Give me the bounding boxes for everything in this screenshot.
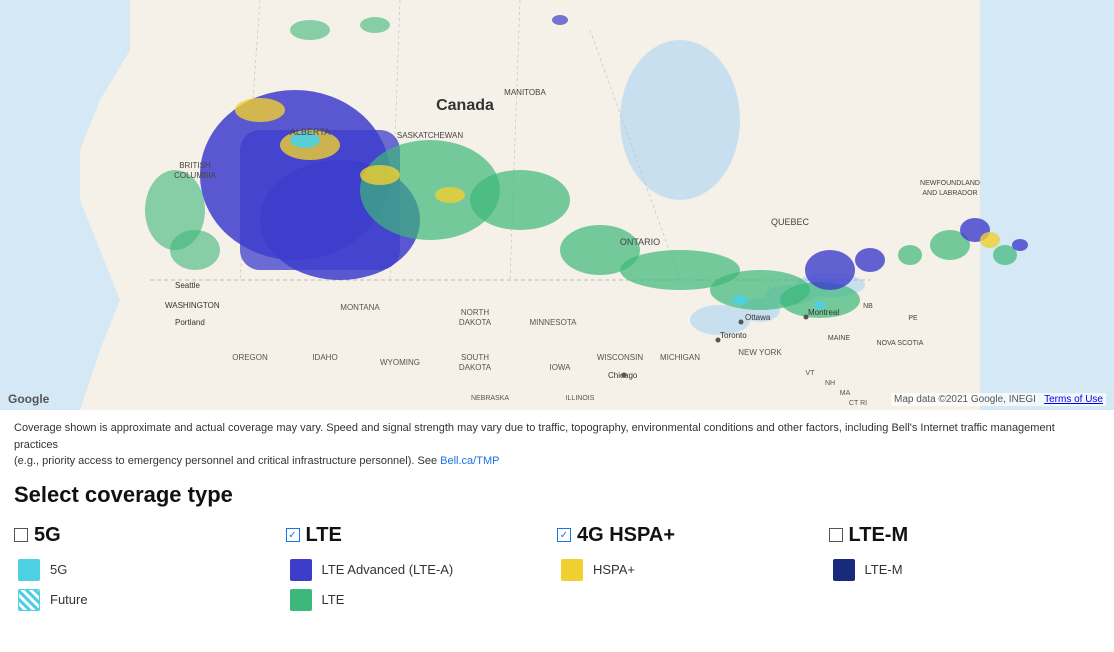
legend-items-4g-hspa: HSPA+ bbox=[557, 559, 829, 581]
checkbox-lte[interactable]: ✓ bbox=[286, 528, 300, 542]
legend-label-5g-future: Future bbox=[50, 592, 88, 607]
legend-swatch-lte-coverage bbox=[290, 589, 312, 611]
svg-text:OREGON: OREGON bbox=[232, 353, 268, 362]
legend-swatch-5g-coverage bbox=[18, 559, 40, 581]
coverage-header-lte: ✓ LTE bbox=[286, 524, 558, 547]
svg-text:WASHINGTON: WASHINGTON bbox=[165, 301, 220, 310]
canada-label: Canada bbox=[436, 97, 494, 114]
svg-text:NH: NH bbox=[825, 380, 835, 387]
svg-text:SASKATCHEWAN: SASKATCHEWAN bbox=[397, 131, 463, 140]
svg-text:ALBERTA: ALBERTA bbox=[290, 127, 330, 137]
coverage-header-4g-hspa: ✓ 4G HSPA+ bbox=[557, 524, 829, 547]
checkbox-4g-hspa[interactable]: ✓ bbox=[557, 528, 571, 542]
map-container: Canada ALBERTA BRITISH COLUMBIA SASKATCH… bbox=[0, 0, 1114, 410]
coverage-type-name-5g: 5G bbox=[34, 524, 61, 547]
svg-text:Montreal: Montreal bbox=[808, 308, 839, 317]
svg-text:MONTANA: MONTANA bbox=[340, 303, 380, 312]
legend-item-5g-future: Future bbox=[18, 589, 286, 611]
legend-label-lte-advanced: LTE Advanced (LTE-A) bbox=[322, 562, 454, 577]
svg-text:SOUTH: SOUTH bbox=[461, 353, 489, 362]
legend-swatch-hspa-coverage bbox=[561, 559, 583, 581]
svg-text:ILLINOIS: ILLINOIS bbox=[566, 395, 595, 402]
svg-text:PE: PE bbox=[908, 315, 918, 322]
svg-text:WYOMING: WYOMING bbox=[380, 358, 420, 367]
coverage-header-lte-m: LTE-M bbox=[829, 524, 1101, 547]
svg-text:MICHIGAN: MICHIGAN bbox=[660, 353, 700, 362]
coverage-type-name-4g-hspa: 4G HSPA+ bbox=[577, 524, 675, 547]
svg-text:Ottawa: Ottawa bbox=[745, 313, 771, 322]
coverage-column-lte-m: LTE-M LTE-M bbox=[829, 524, 1101, 581]
terms-of-use-link[interactable]: Terms of Use bbox=[1044, 394, 1103, 405]
coverage-header-5g: 5G bbox=[14, 524, 286, 547]
legend-label-hspa-coverage: HSPA+ bbox=[593, 562, 635, 577]
svg-text:MINNESOTA: MINNESOTA bbox=[530, 318, 578, 327]
map-attribution: Map data ©2021 Google, INEGI Terms of Us… bbox=[891, 393, 1106, 406]
svg-text:WISCONSIN: WISCONSIN bbox=[597, 353, 643, 362]
svg-text:BRITISH: BRITISH bbox=[179, 161, 211, 170]
svg-text:IDAHO: IDAHO bbox=[312, 353, 337, 362]
legend-item-lte-m-coverage: LTE-M bbox=[833, 559, 1101, 581]
svg-text:DAKOTA: DAKOTA bbox=[459, 318, 492, 327]
legend-item-5g-coverage: 5G bbox=[18, 559, 286, 581]
svg-text:MANITOBA: MANITOBA bbox=[504, 88, 546, 97]
legend-label-5g-coverage: 5G bbox=[50, 562, 67, 577]
legend-items-5g: 5G Future bbox=[14, 559, 286, 611]
bell-tmp-link[interactable]: Bell.ca/TMP bbox=[440, 455, 499, 467]
coverage-column-4g-hspa: ✓ 4G HSPA+ HSPA+ bbox=[557, 524, 829, 581]
coverage-types-container: 5G 5G Future ✓ LTE LTE Advanced (LTE-A) LTE ✓ 4G… bbox=[14, 524, 1100, 611]
svg-text:NEW YORK: NEW YORK bbox=[738, 348, 782, 357]
svg-text:NEWFOUNDLAND: NEWFOUNDLAND bbox=[920, 180, 980, 187]
svg-text:Seattle: Seattle bbox=[175, 281, 200, 290]
legend-swatch-lte-m-coverage bbox=[833, 559, 855, 581]
coverage-type-name-lte: LTE bbox=[306, 524, 342, 547]
coverage-column-lte: ✓ LTE LTE Advanced (LTE-A) LTE bbox=[286, 524, 558, 611]
svg-text:MA: MA bbox=[840, 390, 851, 397]
disclaimer-text: Coverage shown is approximate and actual… bbox=[14, 420, 1094, 470]
legend-swatch-5g-future bbox=[18, 589, 40, 611]
legend-item-lte-coverage: LTE bbox=[290, 589, 558, 611]
svg-text:MAINE: MAINE bbox=[828, 335, 851, 342]
svg-text:DAKOTA: DAKOTA bbox=[459, 363, 492, 372]
svg-text:NB: NB bbox=[863, 303, 873, 310]
legend-label-lte-m-coverage: LTE-M bbox=[865, 562, 903, 577]
legend-label-lte-coverage: LTE bbox=[322, 592, 345, 607]
svg-text:Toronto: Toronto bbox=[720, 331, 747, 340]
svg-text:VT: VT bbox=[806, 370, 816, 377]
legend-swatch-lte-advanced bbox=[290, 559, 312, 581]
svg-text:NORTH: NORTH bbox=[461, 308, 490, 317]
svg-text:IOWA: IOWA bbox=[549, 363, 571, 372]
svg-text:AND LABRADOR: AND LABRADOR bbox=[922, 190, 977, 197]
below-map-section: Coverage shown is approximate and actual… bbox=[0, 410, 1114, 631]
legend-items-lte-m: LTE-M bbox=[829, 559, 1101, 581]
select-coverage-title: Select coverage type bbox=[14, 482, 1100, 508]
legend-items-lte: LTE Advanced (LTE-A) LTE bbox=[286, 559, 558, 611]
checkbox-5g[interactable] bbox=[14, 528, 28, 542]
svg-text:NEBRASKA: NEBRASKA bbox=[471, 395, 509, 402]
checkbox-lte-m[interactable] bbox=[829, 528, 843, 542]
coverage-type-name-lte-m: LTE-M bbox=[849, 524, 909, 547]
coverage-column-5g: 5G 5G Future bbox=[14, 524, 286, 611]
svg-text:NOVA SCOTIA: NOVA SCOTIA bbox=[877, 340, 924, 347]
svg-text:ONTARIO: ONTARIO bbox=[620, 237, 660, 247]
svg-text:QUEBEC: QUEBEC bbox=[771, 217, 810, 227]
svg-text:CT RI: CT RI bbox=[849, 400, 867, 407]
svg-text:Portland: Portland bbox=[175, 318, 205, 327]
google-logo: Google bbox=[8, 392, 49, 406]
legend-item-hspa-coverage: HSPA+ bbox=[561, 559, 829, 581]
legend-item-lte-advanced: LTE Advanced (LTE-A) bbox=[290, 559, 558, 581]
svg-text:COLUMBIA: COLUMBIA bbox=[174, 171, 216, 180]
